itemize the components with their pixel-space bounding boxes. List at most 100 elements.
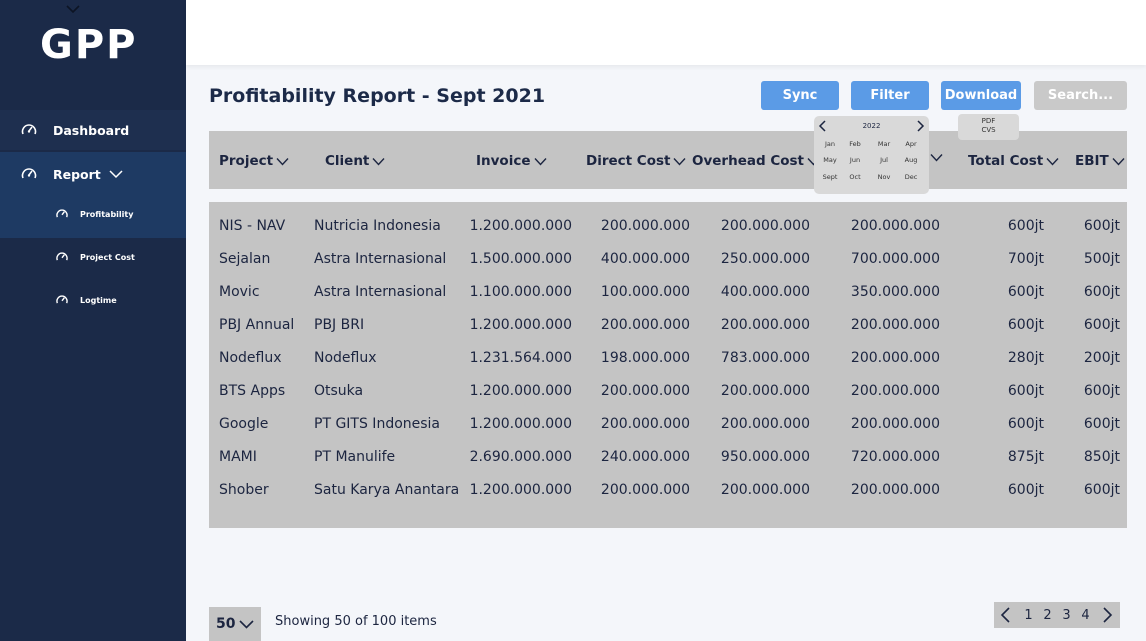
table-row[interactable]: PBJ Annual PBJ BRI 1.200.000.000 200.000.00… — [209, 309, 1127, 342]
month-option[interactable]: Oct — [843, 173, 867, 181]
column-header-invoice[interactable]: Invoice — [476, 153, 547, 169]
month-option[interactable]: Jul — [872, 156, 896, 164]
sidebar: GPP Dashboard Report Profitability Proje… — [0, 0, 186, 641]
cell-overhead-cost: 200.000.000 — [720, 317, 810, 333]
filter-button[interactable]: Filter — [851, 81, 929, 110]
cell-total-cost: 875jt — [1007, 449, 1044, 465]
cell-invoice: 1.100.000.000 — [469, 284, 572, 300]
month-picker-year: 2022 — [862, 122, 881, 130]
month-option[interactable]: Aug — [899, 156, 923, 164]
cell-direct-cost: 200.000.000 — [600, 218, 690, 234]
speedometer-icon — [56, 295, 68, 304]
column-header-overhead-cost[interactable]: Overhead Cost — [692, 153, 820, 169]
per-page-select[interactable]: 50 — [209, 607, 261, 641]
cell-invoice: 1.200.000.000 — [469, 383, 572, 399]
cell-client: PT GITS Indonesia — [314, 416, 441, 432]
month-option[interactable]: Dec — [899, 173, 923, 181]
chevron-down-icon[interactable] — [66, 4, 80, 14]
sync-button[interactable]: Sync — [761, 81, 839, 110]
chevron-down-icon — [1112, 157, 1125, 166]
table-row[interactable]: BTS Apps Otsuka 1.200.000.000 200.000.000 20… — [209, 375, 1127, 408]
table-body: NIS - NAV Nutricia Indonesia 1.200.000.000… — [209, 202, 1127, 528]
sidebar-item-dashboard[interactable]: Dashboard — [0, 110, 186, 150]
cell-direct-cost: 198.000.000 — [600, 350, 690, 366]
page-link-4[interactable]: 4 — [1076, 608, 1095, 623]
month-option[interactable]: Mar — [872, 140, 896, 148]
sidebar-item-logtime[interactable]: Logtime — [55, 293, 117, 307]
cell-project: BTS Apps — [219, 383, 286, 399]
cell-client: PT Manulife — [314, 449, 396, 465]
column-header-project[interactable]: Project — [219, 153, 289, 169]
cell-overhead-cost: 200.000.000 — [720, 218, 810, 234]
cell-other-cost: 720.000.000 — [850, 449, 940, 465]
speedometer-icon — [20, 165, 38, 183]
month-option[interactable]: May — [818, 156, 842, 164]
month-option[interactable]: Jan — [818, 140, 842, 148]
download-button[interactable]: Download — [941, 81, 1021, 110]
cell-total-cost: 600jt — [1007, 482, 1044, 498]
table-row[interactable]: Sejalan Astra Internasional 1.500.000.000 4… — [209, 243, 1127, 276]
column-header-total-cost[interactable]: Total Cost — [968, 153, 1059, 169]
cell-other-cost: 350.000.000 — [850, 284, 940, 300]
cell-project: Movic — [219, 284, 260, 300]
cell-client: Nodeflux — [314, 350, 377, 366]
month-option[interactable]: Jun — [843, 156, 867, 164]
cell-client: Astra Internasional — [314, 284, 447, 300]
cell-total-cost: 600jt — [1007, 383, 1044, 399]
chevron-right-icon[interactable] — [916, 120, 925, 132]
cell-overhead-cost: 250.000.000 — [720, 251, 810, 267]
cell-total-cost: 280jt — [1007, 350, 1044, 366]
page-link-2[interactable]: 2 — [1038, 608, 1057, 623]
download-option-pdf[interactable]: PDF — [958, 117, 1019, 125]
cell-direct-cost: 400.000.000 — [600, 251, 690, 267]
page-link-1[interactable]: 1 — [1019, 608, 1038, 623]
chevron-down-icon — [533, 157, 547, 166]
sidebar-subitem-label: Profitability — [80, 209, 134, 219]
table-row[interactable]: Movic Astra Internasional 1.100.000.000 100… — [209, 276, 1127, 309]
column-header-hidden[interactable] — [927, 153, 943, 162]
cell-direct-cost: 200.000.000 — [600, 416, 690, 432]
sidebar-subitem-label: Project Cost — [80, 252, 135, 262]
column-header-ebit[interactable]: EBIT — [1075, 153, 1125, 169]
cell-project: MAMI — [219, 449, 257, 465]
chevron-right-icon[interactable] — [1100, 607, 1114, 623]
chevron-down-icon — [930, 154, 943, 162]
page-title: Profitability Report - Sept 2021 — [209, 85, 546, 107]
table-row[interactable]: Google PT GITS Indonesia 1.200.000.000 200.… — [209, 408, 1127, 441]
chevron-down-icon — [1046, 157, 1059, 166]
chevron-left-icon[interactable] — [999, 607, 1013, 623]
column-header-client[interactable]: Client — [325, 153, 385, 169]
month-option[interactable]: Feb — [843, 140, 867, 148]
cell-other-cost: 700.000.000 — [850, 251, 940, 267]
cell-project: Shober — [219, 482, 269, 498]
pagination: 1 2 3 4 — [994, 602, 1120, 628]
month-option[interactable]: Apr — [899, 140, 923, 148]
table-row[interactable]: NIS - NAV Nutricia Indonesia 1.200.000.000… — [209, 210, 1127, 243]
cell-project: Google — [219, 416, 269, 432]
sidebar-item-profitability[interactable]: Profitability — [55, 207, 133, 221]
month-option[interactable]: Sept — [818, 173, 842, 181]
sidebar-item-project-cost[interactable]: Project Cost — [55, 250, 135, 264]
table-row[interactable]: Nodeflux Nodeflux 1.231.564.000 198.000.000… — [209, 342, 1127, 375]
cell-other-cost: 200.000.000 — [850, 482, 940, 498]
cell-direct-cost: 100.000.000 — [600, 284, 690, 300]
page-link-3[interactable]: 3 — [1057, 608, 1076, 623]
app-logo: GPP — [40, 22, 138, 68]
items-count-text: Showing 50 of 100 items — [275, 614, 437, 629]
table-row[interactable]: Shober Satu Karya Anantara 1.200.000.000 20… — [209, 474, 1127, 507]
month-option[interactable]: Nov — [872, 173, 896, 181]
download-option-cvs[interactable]: CVS — [958, 126, 1019, 134]
cell-overhead-cost: 200.000.000 — [720, 416, 810, 432]
search-input[interactable]: Search... — [1034, 81, 1127, 110]
column-header-direct-cost[interactable]: Direct Cost — [586, 153, 687, 169]
column-header-label: Invoice — [476, 153, 531, 169]
cell-overhead-cost: 950.000.000 — [720, 449, 810, 465]
cell-project: NIS - NAV — [219, 218, 286, 234]
table-row[interactable]: MAMI PT Manulife 2.690.000.000 240.000.000 9… — [209, 441, 1127, 474]
top-bar — [186, 0, 1146, 65]
cell-total-cost: 600jt — [1007, 416, 1044, 432]
column-header-label: Total Cost — [968, 153, 1044, 169]
column-header-label: Overhead Cost — [692, 153, 805, 169]
chevron-down-icon — [109, 170, 123, 179]
sidebar-item-report[interactable]: Report — [0, 152, 186, 196]
